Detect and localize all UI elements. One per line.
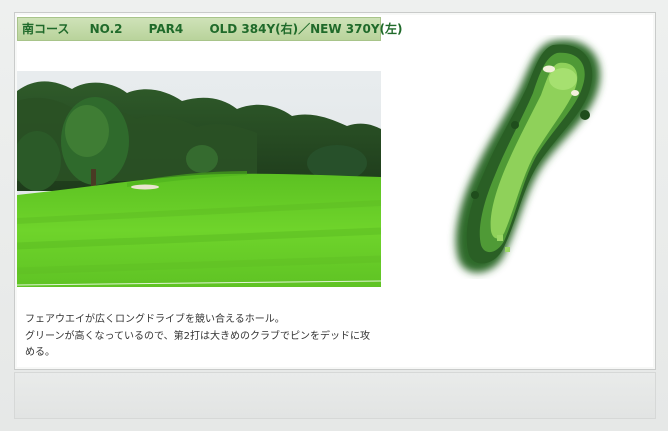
hole-header-bar: 南コース NO.2 PAR4 OLD 384Y(右)／NEW 370Y(左) [17,17,403,41]
footer-bar [14,372,656,419]
hole-info-panel: 南コース NO.2 PAR4 OLD 384Y(右)／NEW 370Y(左) フ… [14,12,656,370]
description-line: グリーンが高くなっているので、第2打は大きめのクラブでピンをデッドに攻 [25,330,370,342]
course-name: 南コース [22,22,70,36]
description-line: める。 [25,347,55,358]
hole-layout-map [455,39,601,273]
hole-description: フェアウエイが広くロングドライブを競い合えるホール。 グリーンが高くなっているの… [25,312,375,362]
page: 南コース NO.2 PAR4 OLD 384Y(右)／NEW 370Y(左) フ… [0,0,668,431]
hole-number: NO.2 [89,22,123,36]
par-value: PAR4 [148,22,184,36]
description-line: フェアウエイが広くロングドライブを競い合えるホール。 [25,314,285,325]
distance-info: OLD 384Y(右)／NEW 370Y(左) [209,22,403,36]
fairway-photo [17,71,381,287]
